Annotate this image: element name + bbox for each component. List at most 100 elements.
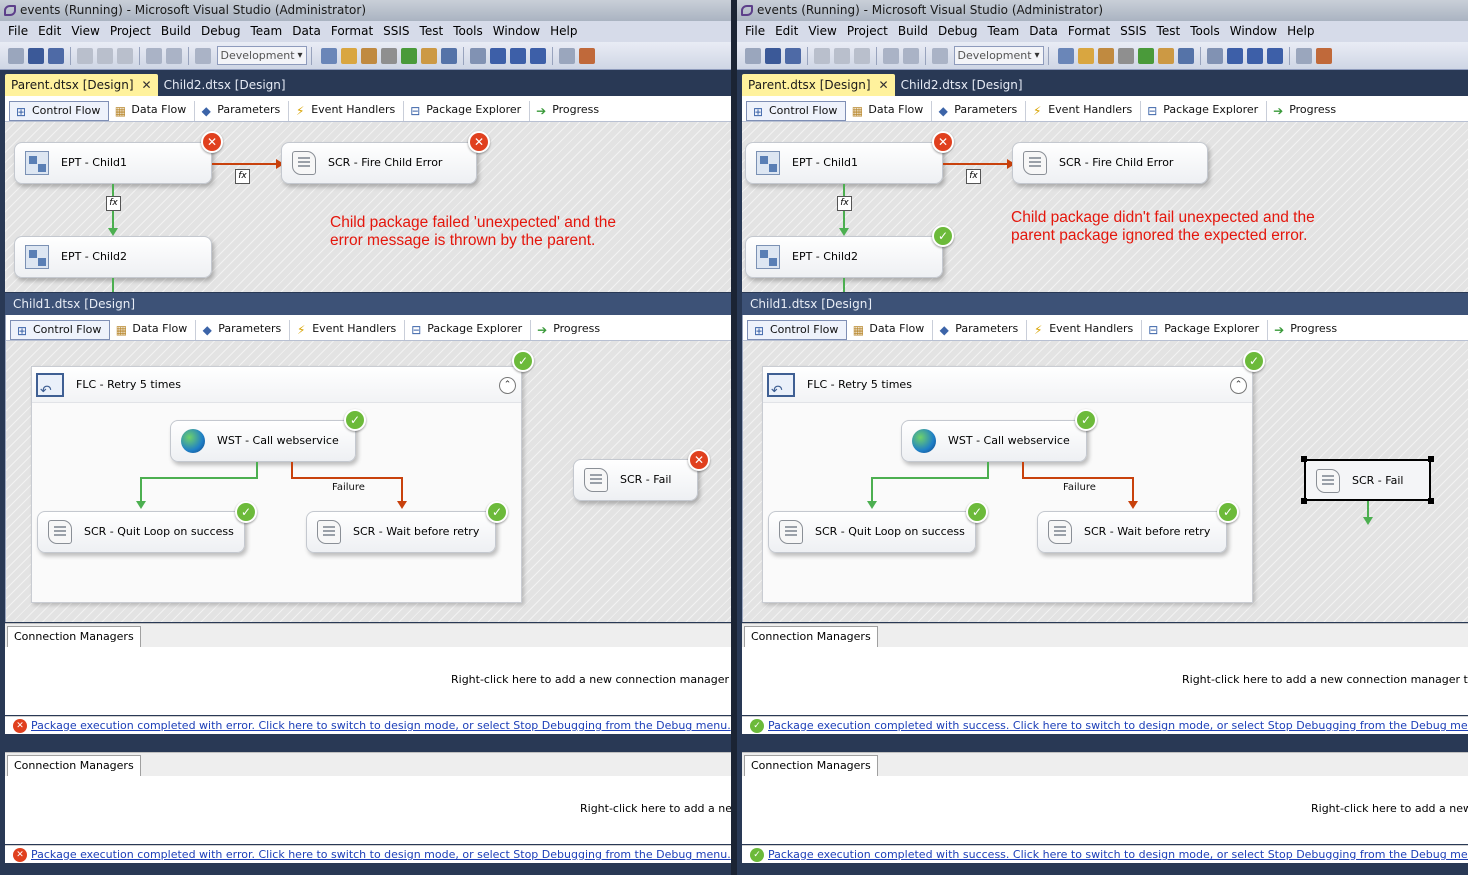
task-ept-child2[interactable]: EPT - Child2 [745, 236, 943, 278]
stop-debugging-icon[interactable] [1247, 47, 1263, 64]
menu-ssis[interactable]: SSIS [1116, 21, 1152, 42]
menu-project[interactable]: Project [843, 21, 894, 42]
tab-progress[interactable]: ➔ Progress [1268, 320, 1345, 340]
close-icon[interactable]: ✕ [879, 78, 889, 92]
tab-data-flow[interactable]: ▦ Data Flow [847, 320, 934, 340]
control-flow-canvas[interactable]: EPT - Child1 ✕ fx SCR - Fire Child Error… [5, 122, 731, 292]
task-scr-fire-child-error[interactable]: SCR - Fire Child Error [281, 142, 477, 184]
execution-status-link[interactable]: Package execution completed with error. … [31, 719, 731, 732]
menu-format[interactable]: Format [1064, 21, 1116, 42]
save-icon[interactable] [28, 47, 44, 64]
tab-child2-dtsx[interactable]: Child2.dtsx [Design] [158, 74, 292, 96]
task-scr-quit-loop[interactable]: SCR - Quit Loop on success [37, 511, 245, 553]
menu-window[interactable]: Window [1226, 21, 1283, 42]
tool-icon[interactable] [321, 47, 337, 64]
for-loop-container[interactable]: FLC - Retry 5 times ⌃ [31, 366, 522, 603]
menu-team[interactable]: Team [246, 21, 288, 42]
precedence-constraint-failure[interactable] [1022, 477, 1134, 479]
stop-debugging-icon[interactable] [510, 47, 526, 64]
continue-icon[interactable] [1207, 47, 1223, 64]
control-flow-canvas[interactable]: FLC - Retry 5 times ⌃ ✓ WST - Call webse… [743, 341, 1468, 622]
menu-view[interactable]: View [804, 21, 842, 42]
menu-edit[interactable]: Edit [771, 21, 804, 42]
task-scr-wait-before-retry[interactable]: SCR - Wait before retry [306, 511, 496, 553]
task-scr-wait-before-retry[interactable]: SCR - Wait before retry [1037, 511, 1227, 553]
for-loop-container[interactable]: FLC - Retry 5 times ⌃ [762, 366, 1253, 603]
menu-view[interactable]: View [67, 21, 105, 42]
connection-managers-area[interactable]: Right-click here to add a new co [5, 776, 731, 844]
tab-data-flow[interactable]: ▦ Data Flow [110, 320, 197, 340]
selection-handle[interactable] [1301, 498, 1307, 504]
menu-file[interactable]: File [741, 21, 771, 42]
menu-tools[interactable]: Tools [1186, 21, 1226, 42]
menu-debug[interactable]: Debug [197, 21, 246, 42]
task-wst-call-webservice[interactable]: WST - Call webservice [901, 420, 1087, 462]
tab-event-handlers[interactable]: ⚡ Event Handlers [289, 101, 405, 121]
task-ept-child1[interactable]: EPT - Child1 [14, 142, 212, 184]
connection-managers-label[interactable]: Connection Managers [7, 755, 141, 777]
menu-format[interactable]: Format [327, 21, 379, 42]
menu-file[interactable]: File [4, 21, 34, 42]
tool-icon[interactable] [1118, 47, 1134, 64]
redo-icon[interactable] [166, 47, 182, 64]
connection-managers-label[interactable]: Connection Managers [744, 755, 878, 777]
cut-icon[interactable] [814, 47, 830, 64]
close-icon[interactable]: ✕ [142, 78, 152, 92]
undo-icon[interactable] [883, 47, 899, 64]
execution-status-link[interactable]: Package execution completed with error. … [31, 848, 731, 861]
tab-progress[interactable]: ➔ Progress [1267, 101, 1344, 121]
tab-package-explorer[interactable]: ⊟ Package Explorer [404, 101, 531, 121]
tool-icon[interactable] [341, 47, 357, 64]
save-all-icon[interactable] [785, 47, 801, 64]
copy-icon[interactable] [97, 47, 113, 64]
tab-event-handlers[interactable]: ⚡ Event Handlers [290, 320, 406, 340]
connection-managers-area[interactable]: Right-click here to add a new co [742, 776, 1468, 844]
tab-progress[interactable]: ➔ Progress [531, 320, 608, 340]
task-scr-fire-child-error[interactable]: SCR - Fire Child Error [1012, 142, 1208, 184]
tab-event-handlers[interactable]: ⚡ Event Handlers [1027, 320, 1143, 340]
start-icon[interactable] [195, 47, 211, 64]
tab-package-explorer[interactable]: ⊟ Package Explorer [1141, 101, 1268, 121]
precedence-constraint-success[interactable] [871, 477, 989, 479]
task-scr-fail[interactable]: SCR - Fail [573, 459, 698, 501]
tool-icon[interactable] [441, 47, 457, 64]
undo-icon[interactable] [146, 47, 162, 64]
tab-parameters[interactable]: ◆ Parameters [932, 101, 1027, 121]
break-all-icon[interactable] [490, 47, 506, 64]
tool-icon[interactable] [381, 47, 397, 64]
configuration-dropdown[interactable]: Development [953, 46, 1044, 65]
collapse-icon[interactable]: ⌃ [499, 377, 516, 394]
connection-managers-label[interactable]: Connection Managers [744, 626, 878, 648]
tab-control-flow[interactable]: ⊞ Control Flow [9, 101, 110, 121]
tool-icon[interactable] [421, 47, 437, 64]
cut-icon[interactable] [77, 47, 93, 64]
save-all-icon[interactable] [48, 47, 64, 64]
tab-package-explorer[interactable]: ⊟ Package Explorer [1142, 320, 1269, 340]
tab-control-flow[interactable]: ⊞ Control Flow [10, 320, 111, 340]
paste-icon[interactable] [117, 47, 133, 64]
tool-icon[interactable] [579, 47, 595, 64]
tool-icon[interactable] [1138, 47, 1154, 64]
menu-window[interactable]: Window [489, 21, 546, 42]
restart-icon[interactable] [1267, 47, 1283, 64]
menu-test[interactable]: Test [416, 21, 450, 42]
task-wst-call-webservice[interactable]: WST - Call webservice [170, 420, 356, 462]
menu-help[interactable]: Help [546, 21, 583, 42]
tab-control-flow[interactable]: ⊞ Control Flow [747, 320, 848, 340]
menu-tools[interactable]: Tools [449, 21, 489, 42]
precedence-constraint[interactable] [943, 163, 1009, 165]
tab-control-flow[interactable]: ⊞ Control Flow [746, 101, 847, 121]
selection-handle[interactable] [1428, 498, 1434, 504]
precedence-constraint-success[interactable] [140, 477, 258, 479]
tab-parent-dtsx[interactable]: Parent.dtsx [Design] ✕ [5, 74, 158, 96]
selection-handle[interactable] [1428, 456, 1434, 462]
tab-progress[interactable]: ➔ Progress [530, 101, 607, 121]
tab-parameters[interactable]: ◆ Parameters [933, 320, 1028, 340]
menu-build[interactable]: Build [157, 21, 197, 42]
menu-project[interactable]: Project [106, 21, 157, 42]
menu-debug[interactable]: Debug [934, 21, 983, 42]
redo-icon[interactable] [903, 47, 919, 64]
collapse-icon[interactable]: ⌃ [1230, 377, 1247, 394]
menu-test[interactable]: Test [1153, 21, 1187, 42]
tool-icon[interactable] [559, 47, 575, 64]
